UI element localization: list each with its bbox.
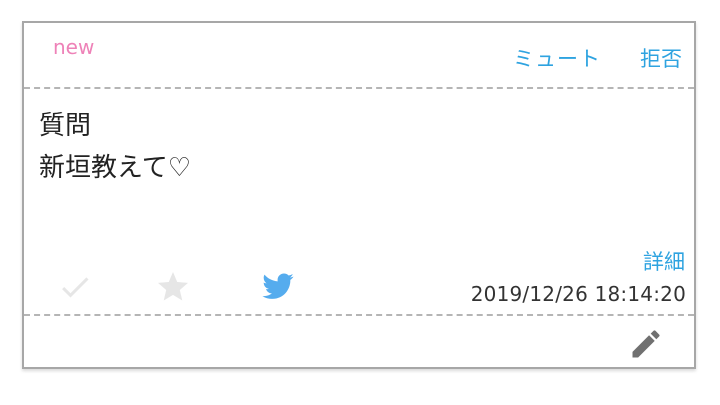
card-header: new ミュート 拒否 [24,23,694,89]
twitter-icon[interactable] [261,269,297,305]
question-line-1: 質問 [39,111,92,141]
question-card: new ミュート 拒否 質問 新垣教えて♡ 詳細 2019/12/26 18:1… [22,21,696,369]
new-badge: new [53,35,95,59]
detail-link[interactable]: 詳細 [643,246,685,276]
reject-button[interactable]: 拒否 [640,43,682,73]
question-line-2: 新垣教えて♡ [39,153,192,183]
mute-button[interactable]: ミュート [513,43,601,73]
question-text: 質問 新垣教えて♡ [39,105,191,189]
card-body: 質問 新垣教えて♡ 詳細 2019/12/26 18:14:20 [24,89,694,316]
card-footer [24,316,694,369]
check-icon[interactable] [57,269,93,305]
star-icon[interactable] [155,269,191,305]
pencil-icon[interactable] [628,326,664,362]
timestamp: 2019/12/26 18:14:20 [470,282,686,306]
